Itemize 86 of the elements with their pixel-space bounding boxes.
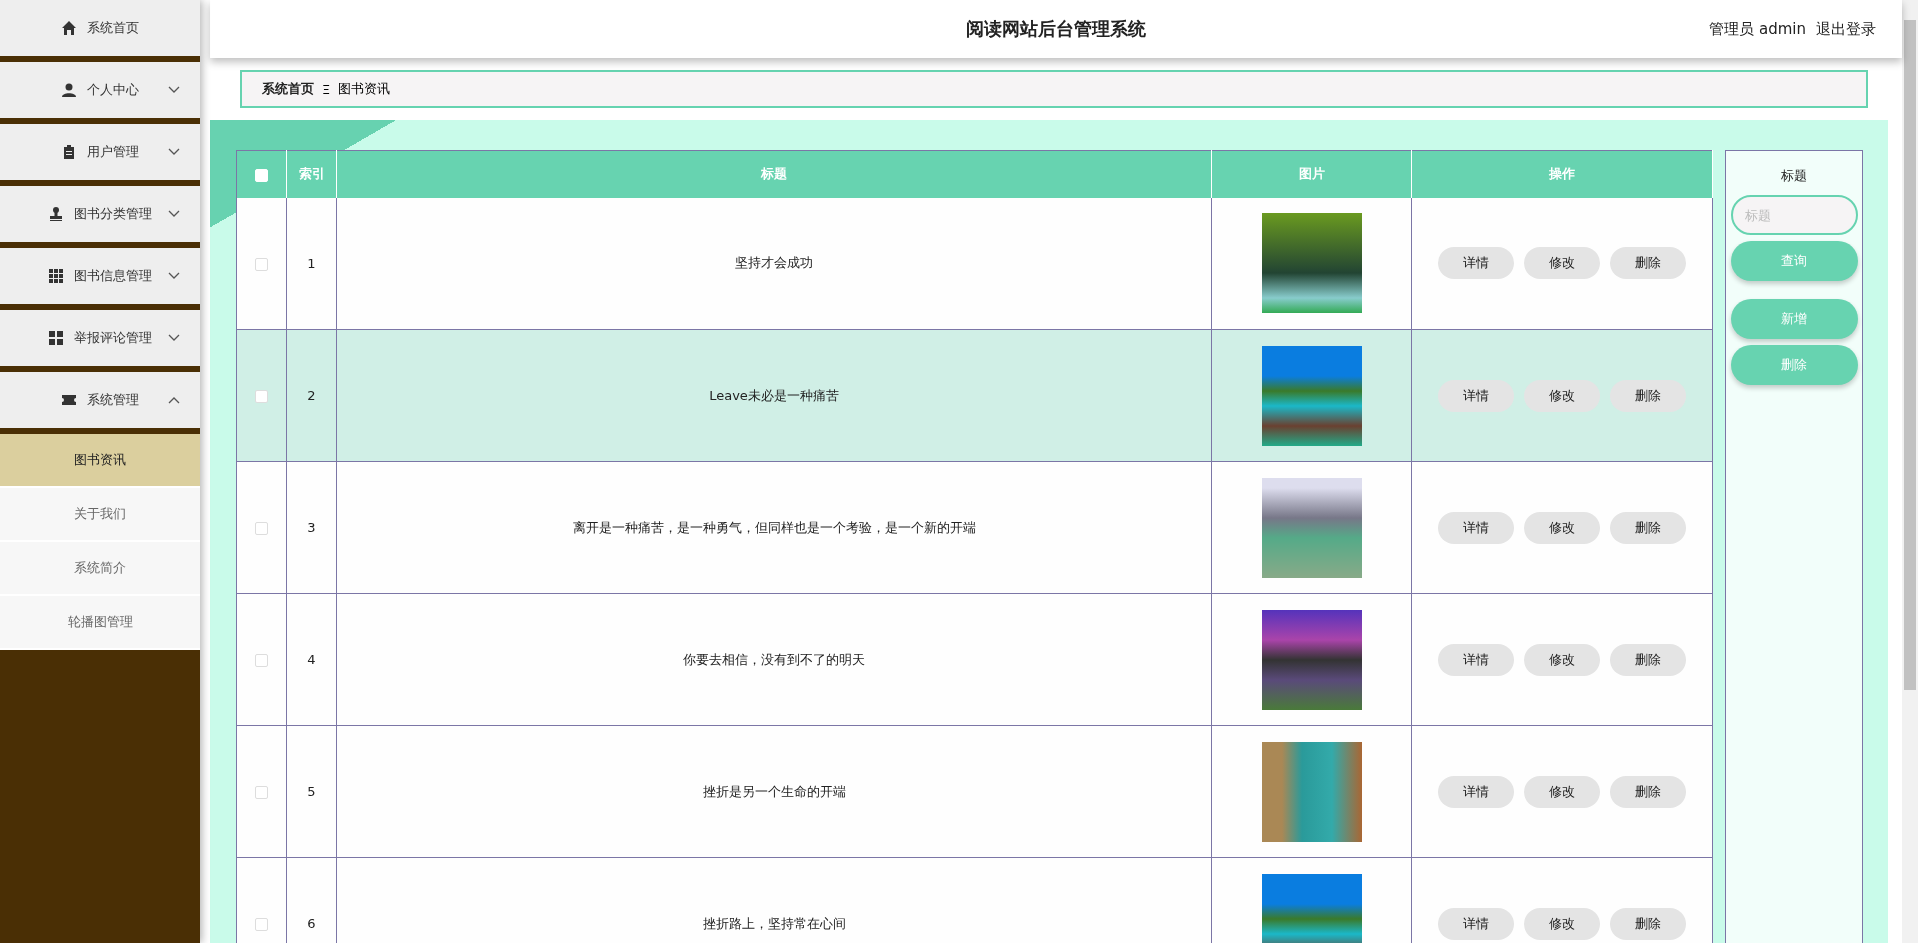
row-checkbox[interactable] [255, 522, 268, 535]
action-button[interactable]: 修改 [1524, 775, 1600, 808]
action-button[interactable]: 删除 [1610, 247, 1686, 280]
action-button[interactable]: 修改 [1524, 379, 1600, 412]
action-button[interactable]: 详情 [1438, 511, 1514, 544]
table-row[interactable]: 5 挫折是另一个生命的开端 详情 修改 删除 [236, 725, 1713, 858]
home-icon [61, 20, 77, 36]
action-button[interactable]: 删除 [1610, 511, 1686, 544]
row-checkbox[interactable] [255, 390, 268, 403]
table-cell: 5 [286, 725, 337, 858]
clipboard-icon [61, 144, 77, 160]
action-button[interactable]: 修改 [1524, 247, 1600, 280]
table-cell: 6 [286, 857, 337, 943]
submenu-item[interactable]: 图书资讯 [0, 434, 200, 488]
sidebar-label: 系统首页 [87, 19, 139, 37]
chevron-icon [168, 148, 180, 156]
sidebar-item[interactable]: 图书分类管理 [0, 186, 200, 242]
action-button[interactable]: 详情 [1438, 643, 1514, 676]
sidebar-label: 图书信息管理 [74, 267, 152, 285]
column-header: 图片 [1211, 150, 1412, 198]
breadcrumb-current: 图书资讯 [338, 80, 391, 98]
chevron-icon [168, 334, 180, 342]
table-row[interactable]: 6 挫折路上，坚持常在心间 详情 修改 删除 [236, 857, 1713, 943]
table-cell: 离开是一种痛苦，是一种勇气，但同样也是一个考验，是一个新的开端 [336, 461, 1212, 594]
chevron-icon [168, 210, 180, 218]
table-cell: 3 [286, 461, 337, 594]
row-checkbox[interactable] [255, 654, 268, 667]
table-cell: 坚持才会成功 [336, 197, 1212, 330]
table-cell: 4 [286, 593, 337, 726]
sidebar-label: 系统管理 [87, 391, 139, 409]
row-checkbox[interactable] [255, 786, 268, 799]
table-cell: 2 [286, 329, 337, 462]
table-row[interactable]: 3 离开是一种痛苦，是一种勇气，但同样也是一个考验，是一个新的开端 详情 修改 删除 [236, 461, 1713, 594]
column-header: 索引 [286, 150, 337, 198]
action-button[interactable]: 详情 [1438, 775, 1514, 808]
sidebar-label: 个人中心 [87, 81, 139, 99]
chevron-icon [168, 396, 180, 404]
table-cell: 你要去相信，没有到不了的明天 [336, 593, 1212, 726]
sidebar-item[interactable]: 图书信息管理 [0, 248, 200, 304]
table-cell: Leave未必是一种痛苦 [336, 329, 1212, 462]
field-label: 标题 [1781, 167, 1807, 185]
action-button[interactable]: 详情 [1438, 247, 1514, 280]
logout-link[interactable]: 退出登录 [1816, 20, 1876, 39]
sidebar-item[interactable]: 系统管理 [0, 372, 200, 428]
breadcrumb-link[interactable]: 系统首页 [262, 80, 314, 98]
action-button[interactable]: 修改 [1524, 643, 1600, 676]
table-row[interactable]: 1 坚持才会成功 详情 修改 删除 [236, 197, 1713, 330]
chevron-icon [168, 86, 180, 94]
action-button[interactable]: 修改 [1524, 511, 1600, 544]
grid-icon [48, 268, 64, 284]
sidebar-label: 举报评论管理 [74, 329, 152, 347]
column-header: 标题 [336, 150, 1212, 198]
breadcrumb-separator: Ξ [322, 81, 331, 97]
action-button[interactable]: 详情 [1438, 379, 1514, 412]
scrollbar[interactable] [1902, 0, 1918, 943]
table-cell: 挫折路上，坚持常在心间 [336, 857, 1212, 943]
action-button[interactable]: 删除 [1610, 643, 1686, 676]
grid-icon [48, 330, 64, 346]
sidebar-item[interactable]: 举报评论管理 [0, 310, 200, 366]
user-icon [61, 82, 77, 98]
sidebar-label: 图书分类管理 [74, 205, 152, 223]
sidebar-item[interactable]: 系统首页 [0, 0, 200, 56]
submenu-item[interactable]: 关于我们 [0, 488, 200, 542]
sidebar-label: 用户管理 [87, 143, 139, 161]
sidebar-item[interactable]: 个人中心 [0, 62, 200, 118]
table-row[interactable]: 2 Leave未必是一种痛苦 详情 修改 删除 [236, 329, 1713, 462]
action-button[interactable]: 修改 [1524, 907, 1600, 940]
action-button[interactable]: 删除 [1610, 379, 1686, 412]
ticket-icon [61, 392, 77, 408]
stamp-icon [48, 206, 64, 222]
action-button[interactable]: 详情 [1438, 907, 1514, 940]
sidebar-item[interactable]: 用户管理 [0, 124, 200, 180]
row-checkbox[interactable] [255, 257, 268, 271]
chevron-icon [168, 272, 180, 280]
page-title: 阅读网站后台管理系统 [966, 17, 1146, 41]
table-cell: 挫折是另一个生命的开端 [336, 725, 1212, 858]
row-checkbox[interactable] [255, 918, 268, 931]
column-header: 操作 [1411, 150, 1713, 198]
table-cell: 1 [286, 197, 337, 330]
user-name: 管理员 admin [1709, 20, 1806, 39]
action-button[interactable]: 删除 [1610, 775, 1686, 808]
select-all-checkbox[interactable] [255, 168, 268, 182]
action-button[interactable]: 删除 [1610, 907, 1686, 940]
submenu-item[interactable]: 轮播图管理 [0, 596, 200, 650]
table-row[interactable]: 4 你要去相信，没有到不了的明天 详情 修改 删除 [236, 593, 1713, 726]
submenu-item[interactable]: 系统简介 [0, 542, 200, 596]
